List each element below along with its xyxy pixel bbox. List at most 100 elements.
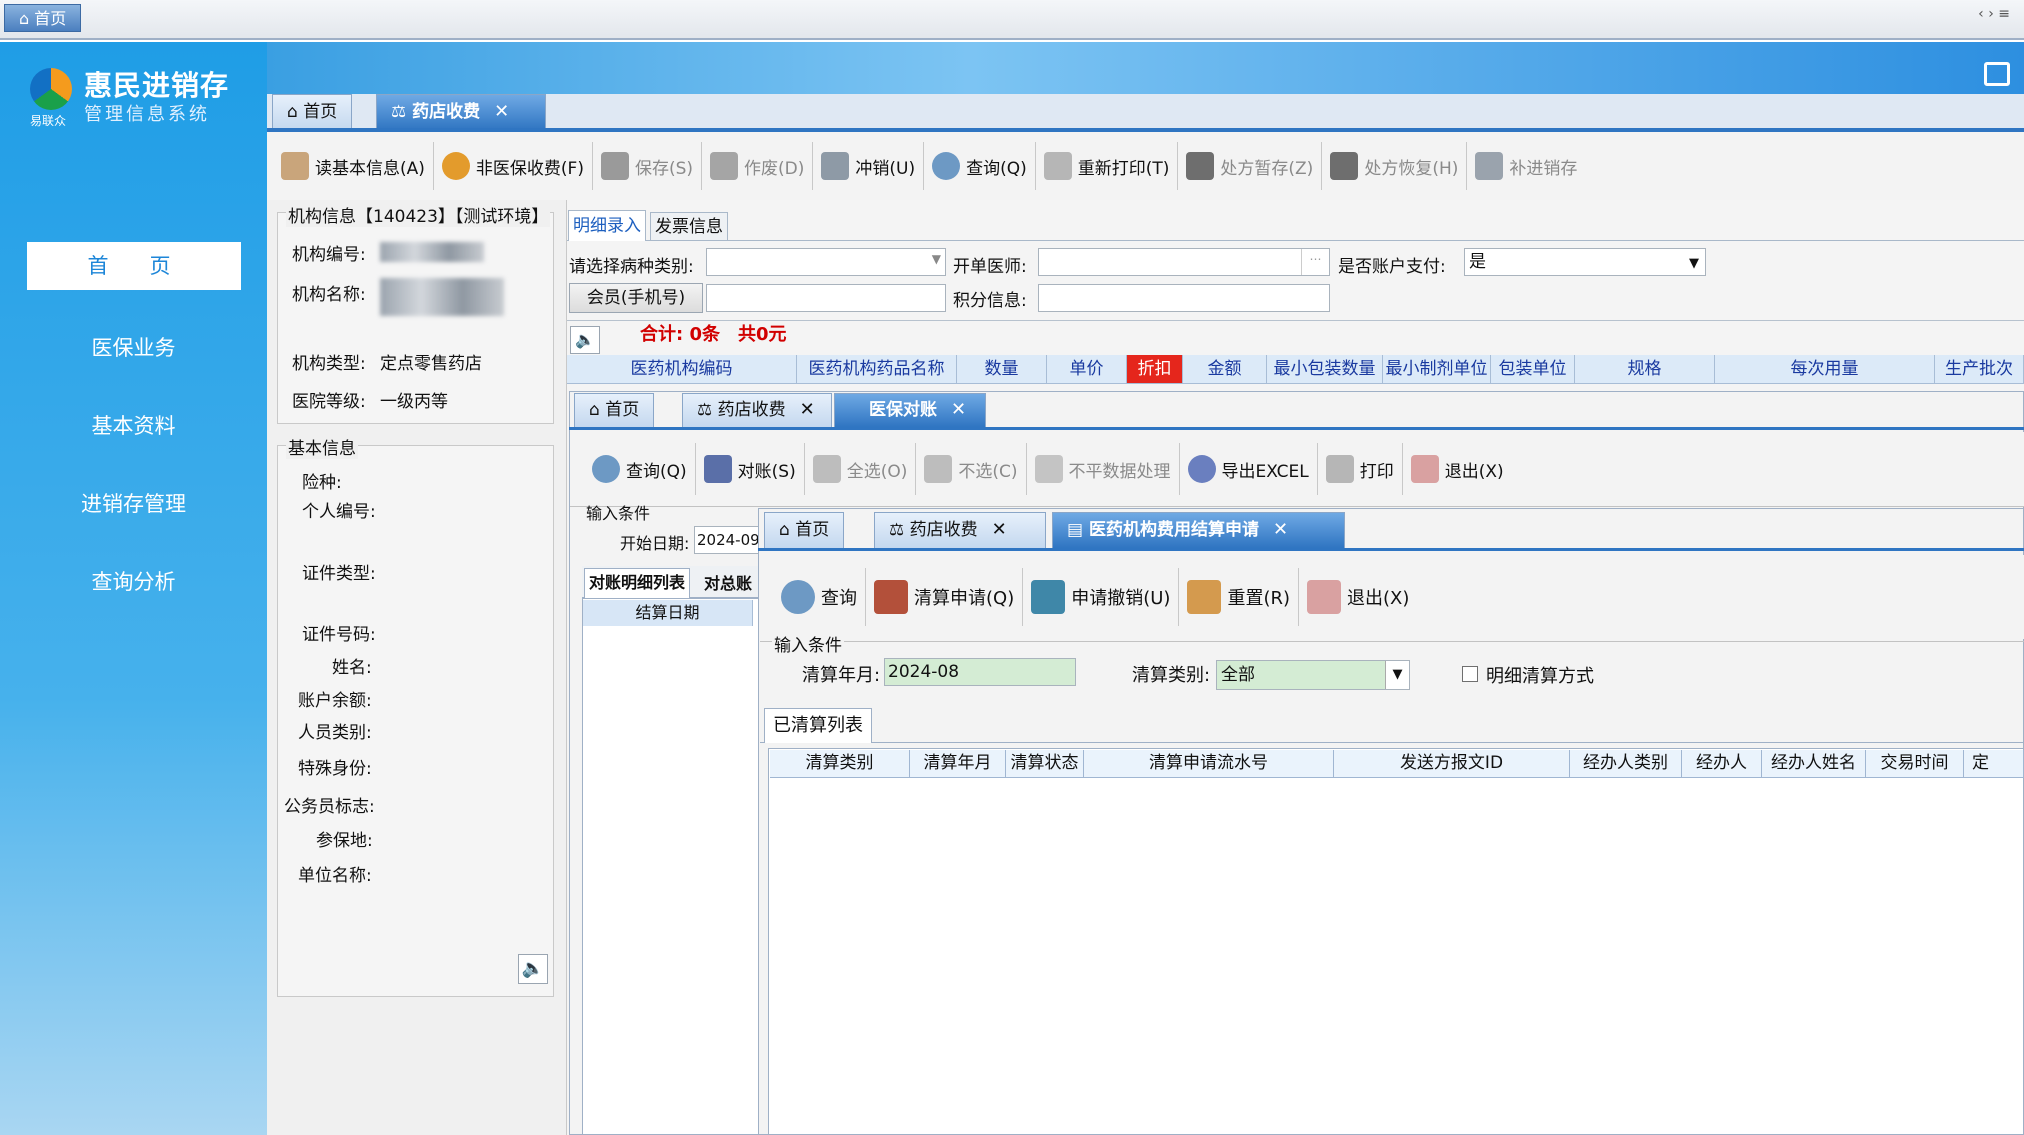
settle-type-select[interactable]: 全部 ▼ bbox=[1216, 660, 1410, 690]
member-phone-button[interactable]: 会员(手机号) bbox=[569, 283, 703, 313]
print-label: 打印 bbox=[1359, 461, 1394, 482]
col-discount[interactable]: 折扣 bbox=[1127, 355, 1183, 383]
col-dose[interactable]: 每次用量 bbox=[1715, 355, 1935, 383]
supplement-inventory-label: 补进销存 bbox=[1509, 158, 1578, 179]
disease-select[interactable]: ▼ bbox=[706, 248, 946, 276]
sidebar-item-inventory[interactable]: 进销存管理 bbox=[0, 488, 267, 518]
detail-mode-label: 明细清算方式 bbox=[1486, 666, 1594, 687]
tabs3-underline bbox=[758, 548, 2024, 551]
col-settle-type[interactable]: 清算类别 bbox=[770, 750, 910, 777]
col-handler[interactable]: 经办人 bbox=[1682, 750, 1762, 777]
restore-prescription-button[interactable]: 处方恢复(H) bbox=[1322, 132, 1466, 200]
reconcile-button[interactable]: 对账(S) bbox=[696, 432, 804, 506]
sidebar-item-basic-data[interactable]: 基本资料 bbox=[0, 410, 267, 440]
col-settle-status[interactable]: 清算状态 bbox=[1006, 750, 1084, 777]
points-input[interactable] bbox=[1038, 284, 1330, 312]
ellipsis-icon[interactable]: … bbox=[1301, 249, 1329, 275]
hold-prescription-button[interactable]: 处方暂存(Z) bbox=[1178, 132, 1321, 200]
supplement-inventory-button[interactable]: 补进销存 bbox=[1467, 132, 1585, 200]
settled-grid[interactable] bbox=[768, 748, 2024, 1135]
col-quantity[interactable]: 数量 bbox=[957, 355, 1047, 383]
col-batch[interactable]: 生产批次 bbox=[1935, 355, 2024, 383]
doctor-input[interactable]: … bbox=[1038, 248, 1330, 276]
logout-icon[interactable] bbox=[1984, 62, 2010, 86]
sidebar-item-medical-insurance[interactable]: 医保业务 bbox=[0, 332, 267, 362]
non-insurance-fee-button[interactable]: 非医保收费(F) bbox=[434, 132, 592, 200]
tab1-pharmacy[interactable]: ⚖ 药店收费 ✕ bbox=[376, 94, 546, 130]
window-tab-home[interactable]: ⌂ 首页 bbox=[4, 4, 82, 32]
reprint-button[interactable]: 重新打印(T) bbox=[1036, 132, 1178, 200]
col-settle-month[interactable]: 清算年月 bbox=[910, 750, 1006, 777]
export-excel-button[interactable]: 导出EXCEL bbox=[1180, 432, 1317, 506]
recon-start-input[interactable]: 2024-09 bbox=[694, 526, 764, 554]
col-min-pack[interactable]: 最小包装数量 bbox=[1267, 355, 1383, 383]
col-settle-date[interactable]: 结算日期 bbox=[583, 600, 753, 626]
settle-exit-button[interactable]: 退出(X) bbox=[1299, 555, 1417, 639]
toolbar-recon: 查询(Q) 对账(S) 全选(O) 不选(C) 不平数据处理 导出EXCEL 打… bbox=[570, 432, 2024, 506]
read-info-button[interactable]: 读基本信息(A) bbox=[273, 132, 433, 200]
detail-mode-checkbox[interactable] bbox=[1462, 666, 1478, 682]
save-button[interactable]: 保存(S) bbox=[593, 132, 701, 200]
col-spec[interactable]: 规格 bbox=[1575, 355, 1715, 383]
tab1-home[interactable]: ⌂ 首页 bbox=[272, 94, 353, 130]
col-pack-unit[interactable]: 包装单位 bbox=[1491, 355, 1575, 383]
settle-apply-button[interactable]: 清算申请(Q) bbox=[866, 555, 1022, 639]
col-sender-msg-id[interactable]: 发送方报文ID bbox=[1334, 750, 1570, 777]
close-icon[interactable]: ✕ bbox=[1273, 519, 1288, 540]
unbalanced-data-button[interactable]: 不平数据处理 bbox=[1027, 432, 1179, 506]
close-icon[interactable]: ✕ bbox=[494, 101, 509, 122]
tab3-settle[interactable]: ▤ 医药机构费用结算申请 ✕ bbox=[1052, 512, 1345, 548]
tab2-recon[interactable]: 医保对账 ✕ bbox=[834, 393, 986, 427]
tab-recon-detail[interactable]: 对账明细列表 bbox=[584, 568, 691, 598]
reverse-label: 冲销(U) bbox=[855, 158, 916, 179]
col-serial-no[interactable]: 清算申请流水号 bbox=[1084, 750, 1334, 777]
window-titlebar bbox=[0, 0, 2024, 40]
col-org-code[interactable]: 医药机构编码 bbox=[567, 355, 797, 383]
tab2-pharmacy[interactable]: ⚖ 药店收费 ✕ bbox=[682, 393, 832, 427]
tab-invoice-info[interactable]: 发票信息 bbox=[650, 212, 728, 240]
void-button[interactable]: 作废(D) bbox=[702, 132, 812, 200]
member-phone-input[interactable] bbox=[706, 284, 946, 312]
query-label: 查询(Q) bbox=[966, 158, 1027, 179]
tab-recon-total[interactable]: 对总账 bbox=[700, 570, 756, 598]
reverse-button[interactable]: 冲销(U) bbox=[813, 132, 923, 200]
col-unit-price[interactable]: 单价 bbox=[1047, 355, 1127, 383]
recon-exit-button[interactable]: 退出(X) bbox=[1403, 432, 1512, 506]
home-icon: ⌂ bbox=[589, 400, 606, 420]
select-all-button[interactable]: 全选(O) bbox=[805, 432, 916, 506]
col-more[interactable]: 定 bbox=[1964, 750, 2024, 777]
col-amount[interactable]: 金额 bbox=[1183, 355, 1267, 383]
col-drug-name[interactable]: 医药机构药品名称 bbox=[797, 355, 957, 383]
print-button[interactable]: 打印 bbox=[1318, 432, 1402, 506]
account-pay-select[interactable]: 是 ▼ bbox=[1464, 248, 1706, 276]
tab2-home[interactable]: ⌂ 首页 bbox=[574, 393, 655, 427]
col-min-unit[interactable]: 最小制剂单位 bbox=[1383, 355, 1491, 383]
settle-query-button[interactable]: 查询 bbox=[773, 555, 865, 639]
field-insurance-type: 险种: bbox=[302, 473, 342, 493]
col-handler-name[interactable]: 经办人姓名 bbox=[1762, 750, 1866, 777]
speaker-icon[interactable]: 🔈 bbox=[518, 954, 548, 984]
recon-query-button[interactable]: 查询(Q) bbox=[584, 432, 695, 506]
sidebar-item-home[interactable]: 首 页 bbox=[27, 242, 241, 290]
select-all-label: 全选(O) bbox=[846, 461, 908, 482]
home-icon: ⌂ bbox=[287, 102, 304, 122]
close-icon[interactable]: ✕ bbox=[800, 399, 815, 420]
speaker-icon[interactable]: 🔈 bbox=[570, 326, 600, 354]
settle-reset-button[interactable]: 重置(R) bbox=[1179, 555, 1298, 639]
tab-settled-list[interactable]: 已清算列表 bbox=[764, 708, 872, 743]
recon-detail-grid[interactable] bbox=[582, 598, 760, 1135]
col-trade-time[interactable]: 交易时间 bbox=[1866, 750, 1964, 777]
sidebar-item-query-analysis[interactable]: 查询分析 bbox=[0, 566, 267, 596]
brand-subtitle: 管理信息系统 bbox=[84, 104, 210, 125]
tab-detail-entry[interactable]: 明细录入 bbox=[568, 210, 646, 241]
close-icon[interactable]: ✕ bbox=[992, 519, 1007, 540]
select-none-button[interactable]: 不选(C) bbox=[916, 432, 1025, 506]
col-handler-type[interactable]: 经办人类别 bbox=[1570, 750, 1682, 777]
tab3-home[interactable]: ⌂ 首页 bbox=[764, 512, 845, 548]
settle-revoke-button[interactable]: 申请撤销(U) bbox=[1023, 555, 1178, 639]
tab3-pharmacy[interactable]: ⚖ 药店收费 ✕ bbox=[874, 512, 1046, 548]
query-button[interactable]: 查询(Q) bbox=[924, 132, 1035, 200]
settle-month-input[interactable]: 2024-08 bbox=[884, 658, 1076, 686]
window-nav-arrows[interactable]: ‹ › ≡ bbox=[1978, 6, 2010, 22]
close-icon[interactable]: ✕ bbox=[951, 399, 966, 420]
